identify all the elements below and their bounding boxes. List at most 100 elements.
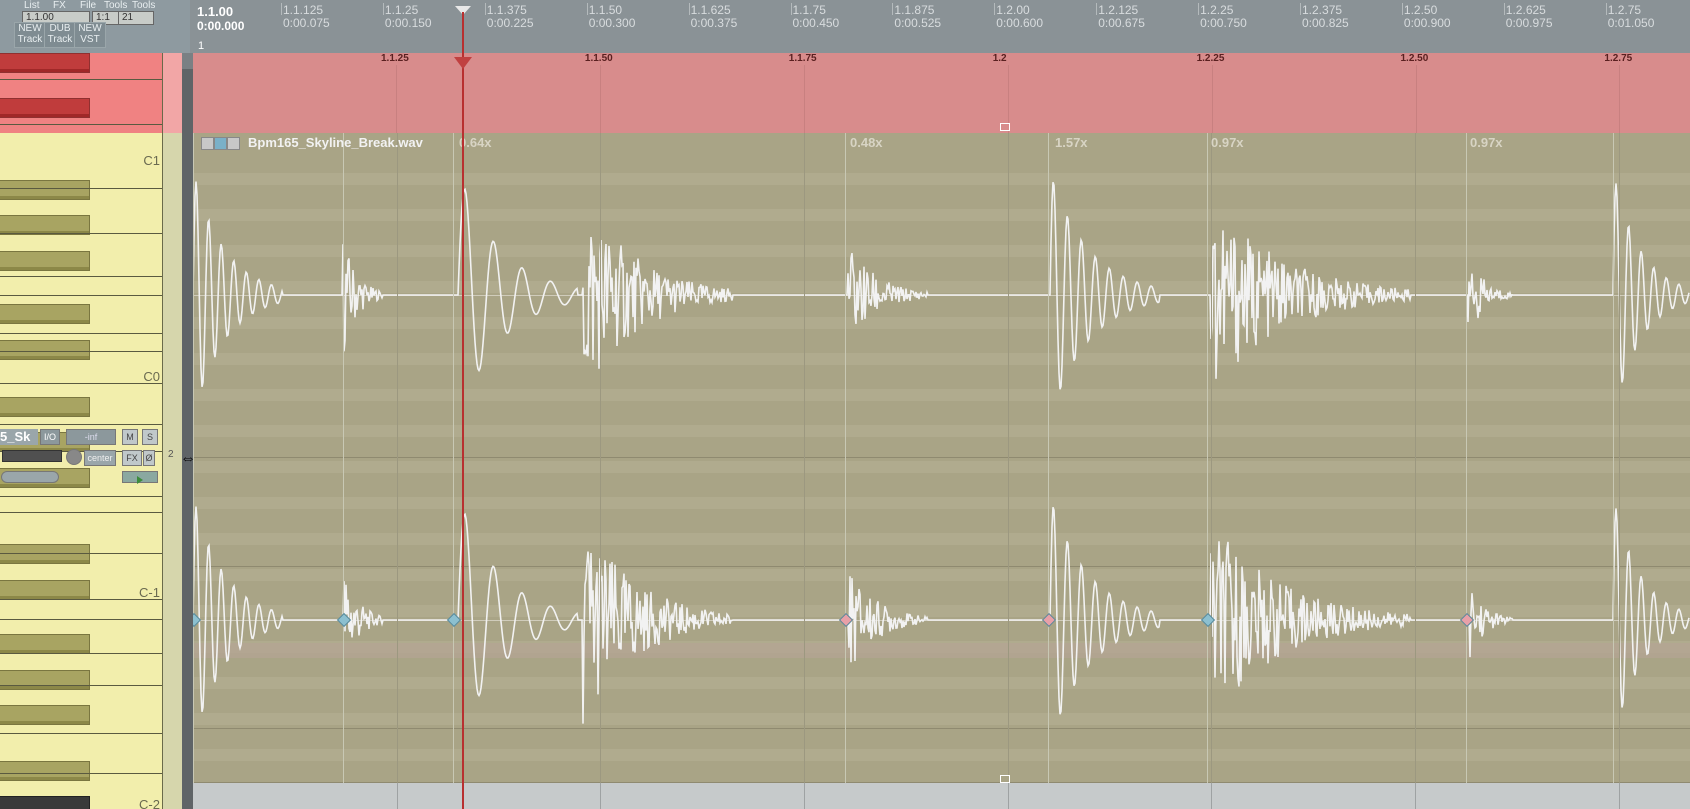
item-lock-icon[interactable] <box>201 137 214 150</box>
piano-black-key[interactable] <box>0 670 90 690</box>
timeline-ruler[interactable]: 1.1.00 0:00.000 1.1.125 0:00.075 1.1.25 0:0… <box>190 0 1690 54</box>
width-slider[interactable] <box>1 471 59 483</box>
playhead-cursor[interactable] <box>462 12 464 809</box>
stretch-marker-line[interactable] <box>1466 133 1467 783</box>
volume-slider[interactable] <box>2 450 62 462</box>
new-vst-button[interactable]: NEW VST <box>74 22 106 48</box>
piano-key-divider <box>0 653 162 654</box>
menu-file[interactable]: File <box>80 0 96 11</box>
rate-label-2[interactable]: 0.48x <box>850 135 883 150</box>
automation-button[interactable] <box>122 471 158 484</box>
beat-gridline <box>804 133 805 783</box>
panel-divider[interactable] <box>182 53 193 809</box>
rate-label-3[interactable]: 1.57x <box>1055 135 1088 150</box>
io-button[interactable]: I/O <box>40 429 60 445</box>
menu-tools-2[interactable]: Tools <box>132 0 155 11</box>
piano-black-key[interactable] <box>0 705 90 725</box>
loop-region-bar[interactable]: 1.1.25 1.1.50 1.1.75 1.2 1.2.25 1.2.50 1.2.75 <box>193 53 1690 133</box>
loop-gridline <box>1619 65 1621 133</box>
piano-key-divider <box>0 553 162 554</box>
beat-gridline <box>600 133 601 783</box>
pan-field[interactable]: center <box>84 450 116 466</box>
playhead-marker[interactable] <box>454 57 472 69</box>
bottom-gridline <box>804 783 805 809</box>
beat-gridline <box>397 133 398 783</box>
ruler-start-label: 1.1.00 0:00.000 <box>197 4 244 34</box>
bottom-empty-lane[interactable] <box>193 783 1690 809</box>
stretch-marker-line[interactable] <box>845 133 846 783</box>
loop-gridline <box>396 65 397 133</box>
new-track-button[interactable]: NEW Track <box>14 22 46 48</box>
stretch-marker-line[interactable] <box>1048 133 1049 783</box>
loop-gridline <box>1415 65 1417 133</box>
item-bottom-handle[interactable] <box>1000 775 1010 783</box>
menu-fx[interactable]: FX <box>53 0 66 11</box>
ruler-tick-label: 1.2.25 0:00.750 <box>1200 4 1247 30</box>
beat-gridline <box>1415 133 1416 783</box>
ruler-tick-label: 1.2.00 0:00.600 <box>996 4 1043 30</box>
stretch-marker-line[interactable] <box>453 133 454 783</box>
piano-black-key[interactable] <box>0 215 90 235</box>
item-title: Bpm165_Skyline_Break.wav <box>248 135 423 150</box>
rate-label-5[interactable]: 0.97x <box>1470 135 1503 150</box>
piano-black-key[interactable] <box>0 634 90 654</box>
note-label-c-1: C-1 <box>139 585 160 600</box>
piano-black-key[interactable] <box>0 180 90 200</box>
piano-key-divider <box>0 773 162 774</box>
ruler-tick-time: 0:00.900 <box>1403 16 1451 30</box>
ruler-tick <box>1401 3 1403 15</box>
grid-field-2[interactable]: 21 <box>118 11 154 25</box>
ruler-tick-time: 0:00.600 <box>996 16 1044 30</box>
item-info-icon[interactable] <box>214 137 227 150</box>
stretch-marker-line[interactable] <box>1207 133 1208 783</box>
stretch-marker-line[interactable] <box>343 133 344 783</box>
solo-button[interactable]: S <box>142 429 158 445</box>
phase-button[interactable]: Ø <box>143 450 155 466</box>
loop-handle[interactable] <box>1000 123 1010 131</box>
piano-black-key[interactable] <box>0 761 90 781</box>
track-name[interactable]: 5_Sk <box>0 429 38 445</box>
piano-black-key[interactable] <box>0 251 90 271</box>
piano-key-divider <box>0 599 162 600</box>
new-vst-line1: NEW <box>78 23 102 34</box>
bottom-gridline <box>1008 783 1009 809</box>
bottom-gridline <box>1211 783 1212 809</box>
beat-gridline <box>1008 133 1009 783</box>
piano-key-divider <box>0 733 162 734</box>
piano-black-key[interactable] <box>0 304 90 324</box>
resize-cursor-icon: ⇔ <box>180 450 196 467</box>
ruler-tick <box>586 3 588 15</box>
piano-key-divider <box>0 424 162 425</box>
piano-black-key[interactable] <box>0 796 90 809</box>
menu-tools[interactable]: Tools <box>104 0 127 11</box>
dub-track-button[interactable]: DUB Track <box>44 22 76 48</box>
stretch-marker-line[interactable] <box>1613 133 1614 783</box>
ruler-tick <box>688 3 690 15</box>
piano-black-key[interactable] <box>0 340 90 360</box>
piano-black-key[interactable] <box>0 53 90 73</box>
ruler-start-beat: 1.1.00 <box>197 4 234 19</box>
piano-black-key[interactable] <box>0 98 90 118</box>
piano-key-divider <box>0 79 162 80</box>
loop-label: 1.1.50 <box>584 53 613 64</box>
piano-black-key[interactable] <box>0 397 90 417</box>
pan-knob[interactable] <box>66 449 82 465</box>
rate-label-4[interactable]: 0.97x <box>1211 135 1244 150</box>
loop-gridline <box>803 65 805 133</box>
ruler-tick-label: 1.1.50 0:00.300 <box>589 4 636 30</box>
dub-track-line2: Track <box>47 34 73 45</box>
volume-field[interactable]: -inf <box>66 429 116 445</box>
piano-key-divider <box>0 383 162 384</box>
ruler-tick <box>1300 3 1301 15</box>
note-label-c0: C0 <box>143 369 160 384</box>
mute-button[interactable]: M <box>122 429 138 445</box>
piano-black-key[interactable] <box>0 580 90 600</box>
audio-item[interactable]: Bpm165_Skyline_Break.wav 0.64x 0.48x 1.5… <box>193 133 1690 783</box>
item-fx-icon[interactable] <box>227 137 240 150</box>
menu-list[interactable]: List <box>24 0 40 11</box>
piano-key-divider <box>0 276 162 277</box>
piano-key-divider <box>0 188 162 189</box>
fx-button[interactable]: FX <box>122 450 142 466</box>
piano-black-key[interactable] <box>0 544 90 564</box>
play-icon <box>137 475 143 484</box>
